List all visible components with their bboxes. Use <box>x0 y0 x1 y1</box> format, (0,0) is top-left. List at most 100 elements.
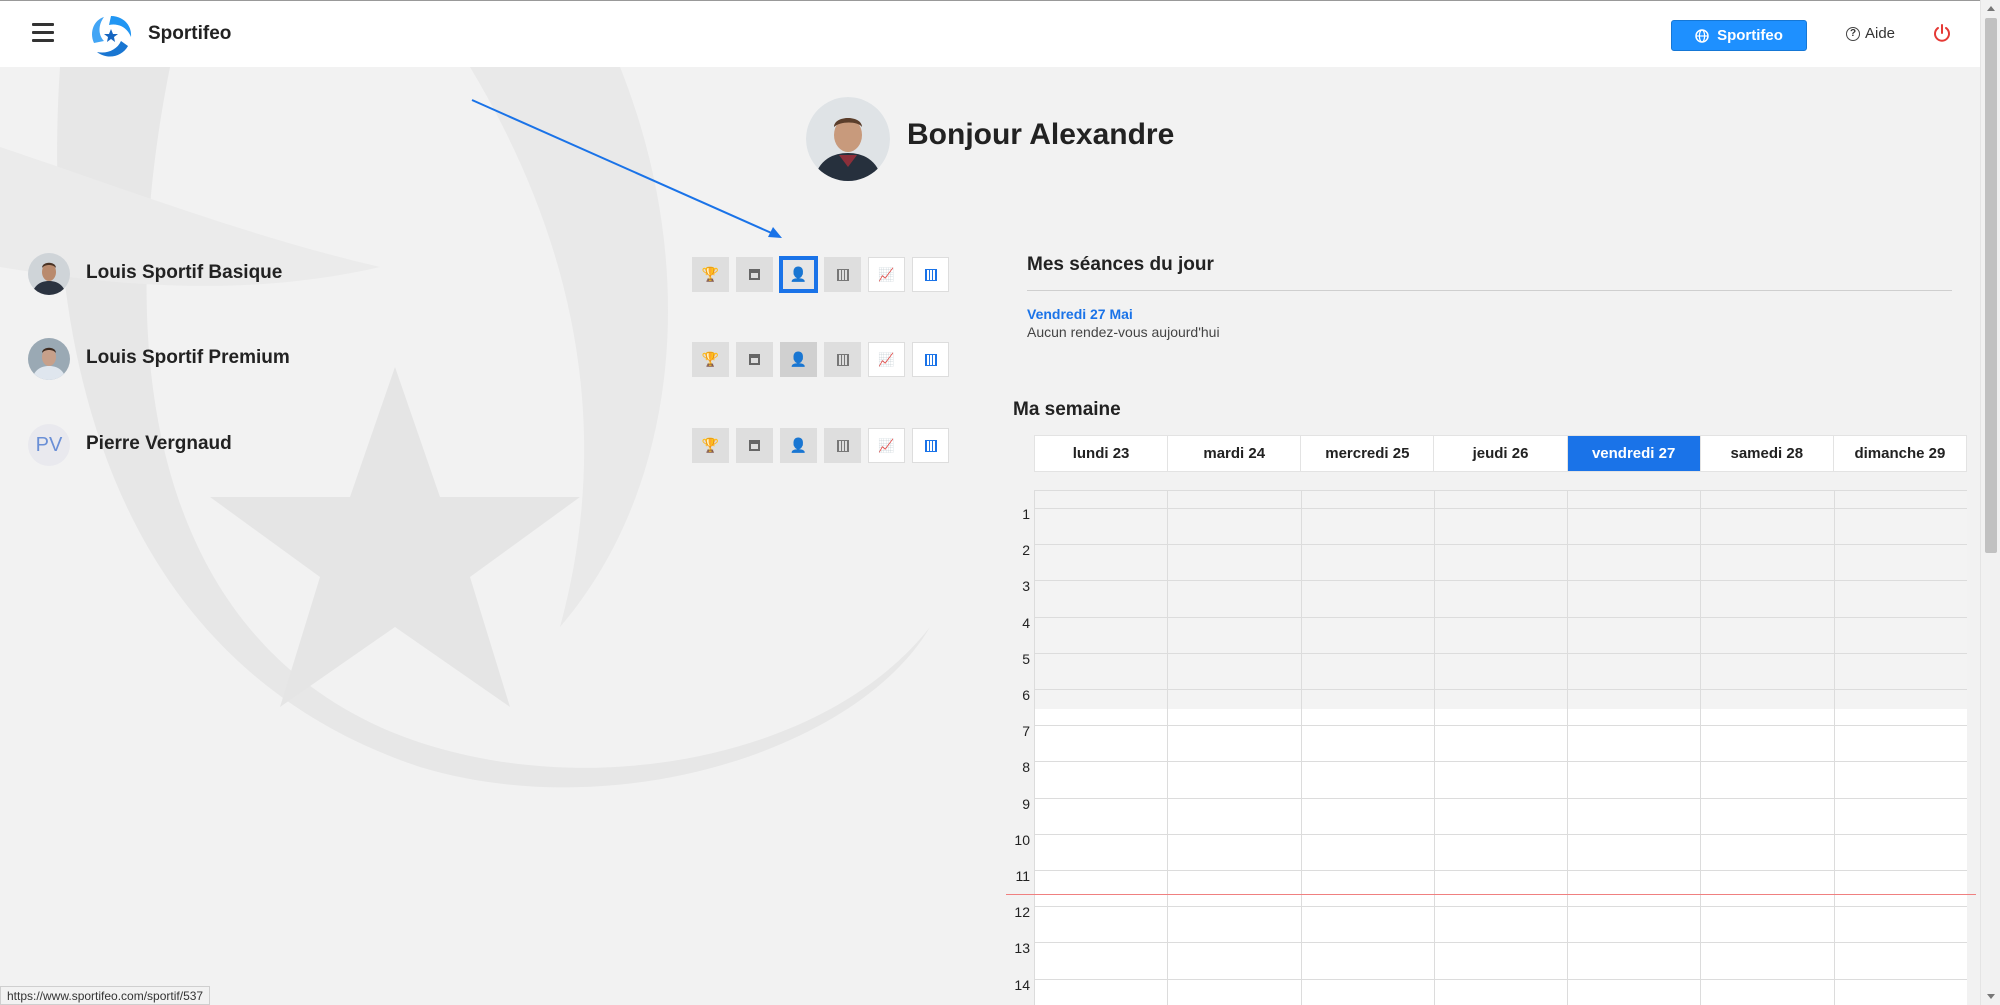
agenda-button[interactable] <box>912 428 949 463</box>
profile-button[interactable]: 👤 <box>780 428 817 463</box>
logout-power-icon[interactable] <box>1932 23 1952 43</box>
scroll-down-arrow-icon[interactable] <box>1987 994 1995 999</box>
athlete-name[interactable]: Louis Sportif Premium <box>86 347 290 369</box>
grid-hour-line <box>1034 942 1967 943</box>
chart-line-icon: 📈 <box>878 266 895 282</box>
hour-label: 13 <box>1014 940 1030 956</box>
hour-label: 2 <box>1022 542 1030 558</box>
seances-date-link[interactable]: Vendredi 27 Mai <box>1027 306 1133 322</box>
athlete-row[interactable]: Louis Sportif Premium 🏆 👤 📈 <box>28 334 958 384</box>
grid-hour-line <box>1034 544 1967 545</box>
day-header[interactable]: mardi 24 <box>1168 436 1302 471</box>
schedule-button[interactable] <box>824 428 861 463</box>
calendar-icon <box>749 354 760 365</box>
greeting-title: Bonjour Alexandre <box>907 118 1175 151</box>
hour-label: 3 <box>1022 578 1030 594</box>
grid-top-line <box>1034 490 1967 491</box>
trophy-button[interactable]: 🏆 <box>692 342 729 377</box>
agenda-button[interactable] <box>912 342 949 377</box>
hour-labels: 1 2 3 4 5 6 7 8 9 10 11 12 13 14 <box>1006 490 1034 1005</box>
profile-button[interactable]: 👤 <box>779 256 818 293</box>
grid-column-line <box>1301 490 1302 1005</box>
day-header[interactable]: mercredi 25 <box>1301 436 1435 471</box>
help-link[interactable]: ? Aide <box>1846 25 1895 42</box>
trophy-icon: 🏆 <box>701 437 720 453</box>
calendar-grid-icon <box>836 353 849 366</box>
scroll-up-arrow-icon[interactable] <box>1987 6 1995 11</box>
grid-hour-line <box>1034 761 1967 762</box>
calendar-button[interactable] <box>736 257 773 292</box>
athlete-avatar <box>28 253 70 295</box>
athlete-name[interactable]: Louis Sportif Basique <box>86 262 282 284</box>
grid-hour-line <box>1034 617 1967 618</box>
grid-column-line <box>1567 490 1568 1005</box>
schedule-button[interactable] <box>824 257 861 292</box>
athlete-row[interactable]: Louis Sportif Basique 🏆 👤 📈 <box>28 249 958 299</box>
day-header-active[interactable]: vendredi 27 <box>1567 436 1701 471</box>
trophy-button[interactable]: 🏆 <box>692 428 729 463</box>
calendar-button[interactable] <box>736 342 773 377</box>
agenda-button[interactable] <box>912 257 949 292</box>
stats-button[interactable]: 📈 <box>868 428 905 463</box>
hour-label: 6 <box>1022 687 1030 703</box>
sportifeo-button[interactable]: Sportifeo <box>1671 20 1807 51</box>
trophy-button[interactable]: 🏆 <box>692 257 729 292</box>
calendar-icon <box>749 269 760 280</box>
grid-hour-line <box>1034 653 1967 654</box>
page-scrollbar[interactable] <box>1980 0 2000 1005</box>
week-calendar-grid[interactable] <box>1034 490 1967 1005</box>
grid-hour-line <box>1034 725 1967 726</box>
chart-line-icon: 📈 <box>878 351 895 367</box>
hour-label: 1 <box>1022 506 1030 522</box>
profile-button[interactable]: 👤 <box>780 342 817 377</box>
grid-hour-line <box>1034 979 1967 980</box>
menu-icon[interactable] <box>32 23 54 43</box>
grid-hour-line <box>1034 870 1967 871</box>
current-time-line <box>1006 894 1976 895</box>
grid-hour-line <box>1034 798 1967 799</box>
sportifeo-logo[interactable] <box>88 13 134 59</box>
globe-icon <box>1695 28 1709 43</box>
week-title: Ma semaine <box>1013 399 1121 420</box>
seances-title: Mes séances du jour <box>1027 254 1214 275</box>
calendar-blue-icon <box>924 353 937 366</box>
grid-column-line <box>1034 490 1035 1005</box>
schedule-button[interactable] <box>824 342 861 377</box>
calendar-blue-icon <box>924 439 937 452</box>
sportifeo-button-label: Sportifeo <box>1717 27 1783 44</box>
user-icon: 👤 <box>789 266 808 282</box>
day-header[interactable]: samedi 28 <box>1701 436 1834 471</box>
status-url: https://www.sportifeo.com/sportif/537 <box>0 986 211 1005</box>
athlete-initials-avatar: PV <box>28 424 70 466</box>
athlete-row[interactable]: PV Pierre Vergnaud 🏆 👤 📈 <box>28 420 958 470</box>
hour-label: 10 <box>1014 832 1030 848</box>
calendar-button[interactable] <box>736 428 773 463</box>
grid-column-line <box>1434 490 1435 1005</box>
question-icon: ? <box>1846 26 1860 41</box>
athlete-name[interactable]: Pierre Vergnaud <box>86 433 232 455</box>
athlete-actions: 🏆 👤 📈 <box>692 428 949 463</box>
background-watermark <box>0 67 1000 1005</box>
day-header[interactable]: lundi 23 <box>1035 436 1169 471</box>
grid-hour-line <box>1034 508 1967 509</box>
trophy-icon: 🏆 <box>701 351 720 367</box>
divider <box>1027 290 1952 291</box>
chart-line-icon: 📈 <box>878 437 895 453</box>
grid-hour-line <box>1034 906 1967 907</box>
help-label: Aide <box>1865 25 1896 42</box>
brand-name[interactable]: Sportifeo <box>148 23 231 45</box>
hour-label: 5 <box>1022 651 1030 667</box>
calendar-grid-icon <box>836 268 849 281</box>
off-hours-shade <box>1034 490 1967 709</box>
seances-empty-text: Aucun rendez-vous aujourd'hui <box>1027 324 1220 340</box>
grid-hour-line <box>1034 580 1967 581</box>
day-hours-area <box>1034 709 1967 1005</box>
day-header[interactable]: dimanche 29 <box>1834 436 1966 471</box>
grid-column-line <box>1834 490 1835 1005</box>
day-header[interactable]: jeudi 26 <box>1434 436 1568 471</box>
stats-button[interactable]: 📈 <box>868 342 905 377</box>
hour-label: 9 <box>1022 796 1030 812</box>
scroll-thumb[interactable] <box>1985 18 1997 553</box>
stats-button[interactable]: 📈 <box>868 257 905 292</box>
grid-hour-line <box>1034 689 1967 690</box>
